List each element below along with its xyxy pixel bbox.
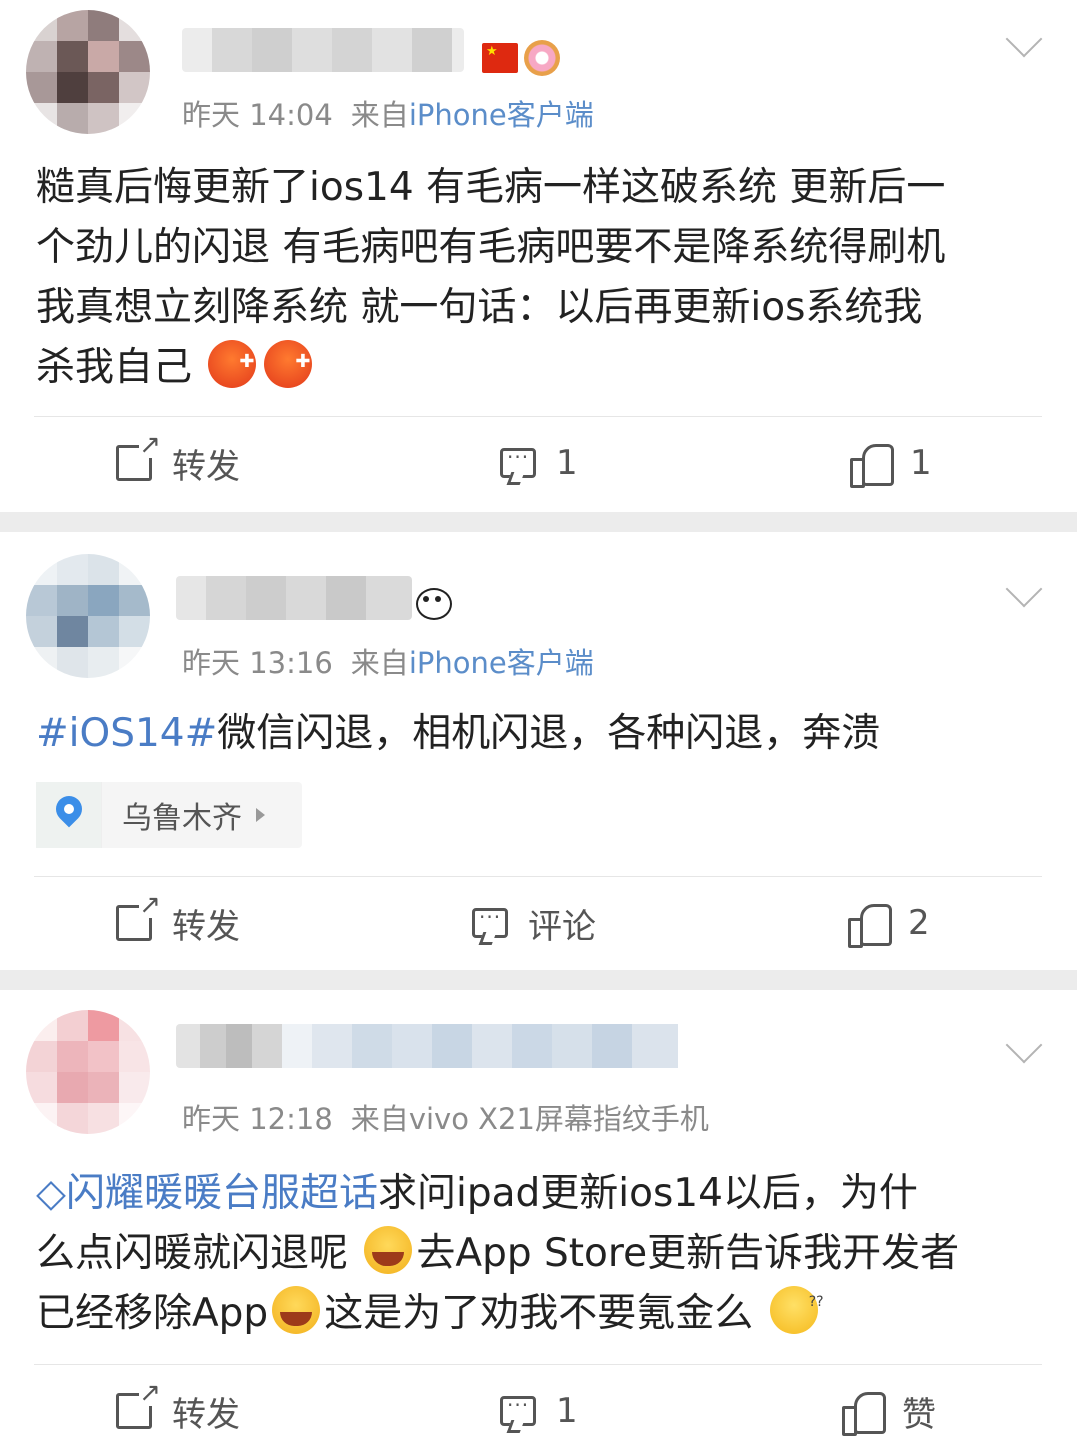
post-time: 昨天 12:18 — [182, 1102, 333, 1136]
repost-button[interactable]: 转发 — [116, 418, 240, 508]
weibo-post-3: 昨天 12:18 来自vivo X21屏幕指纹手机 ◇闪耀暖暖台服超话求问ipad… — [0, 990, 1077, 1447]
repost-label: 转发 — [172, 446, 240, 487]
avatar[interactable] — [26, 10, 150, 134]
supertopic-link[interactable]: ◇闪耀暖暖台服超话 — [36, 1171, 378, 1216]
source-prefix: 来自 — [350, 1102, 409, 1136]
text-line: 已经移除App 这是为了劝我不要氪金么 — [36, 1272, 1041, 1344]
text-line: ◇闪耀暖暖台服超话求问ipad更新ios14以后，为什 — [36, 1171, 918, 1216]
text-line: 么点闪暖就闪退呢 去App Store更新告诉我开发者 — [36, 1224, 1041, 1284]
repost-label: 转发 — [172, 906, 240, 947]
chevron-down-icon[interactable] — [1005, 20, 1043, 58]
repost-button[interactable]: 转发 — [116, 878, 240, 968]
action-bar: 转发 1 1 — [0, 418, 1077, 508]
crying-face-icon — [364, 1226, 413, 1274]
text-line: 杀我自己 — [36, 332, 1041, 398]
post-time: 昨天 13:16 — [182, 646, 333, 680]
hashtag-link[interactable]: #iOS14# — [36, 711, 217, 756]
thumbs-up-icon — [848, 904, 892, 948]
device-link[interactable]: iPhone客户端 — [409, 98, 594, 132]
action-bar: 转发 1 赞 — [0, 1366, 1077, 1447]
username-blurred[interactable] — [182, 28, 464, 72]
username-blurred[interactable] — [176, 576, 412, 620]
comment-icon — [500, 445, 536, 478]
like-button[interactable]: 1 — [850, 418, 932, 508]
source-prefix: 来自 — [350, 646, 409, 680]
angry-face-icon — [208, 332, 257, 392]
post-text: #iOS14#微信闪退，相机闪退，各种闪退，奔溃 — [36, 711, 881, 756]
like-label: 赞 — [902, 1394, 936, 1435]
angry-face-icon — [264, 332, 313, 392]
comment-count: 1 — [556, 1391, 578, 1431]
map-thumbnail — [36, 782, 102, 848]
panda-badge-icon — [412, 582, 452, 620]
confused-face-icon — [769, 1272, 824, 1334]
action-bar: 转发 评论 2 — [0, 878, 1077, 968]
repost-icon — [116, 432, 161, 481]
username-blurred[interactable] — [176, 1024, 698, 1068]
location-tag[interactable]: 乌鲁木齐 — [36, 782, 302, 848]
source-prefix: 来自 — [350, 98, 409, 132]
repost-icon — [116, 1380, 161, 1429]
post-time: 昨天 14:04 — [182, 98, 333, 132]
divider — [34, 416, 1042, 417]
crying-face-icon — [272, 1286, 321, 1334]
location-label: 乌鲁木齐 — [122, 801, 242, 836]
like-count: 1 — [910, 443, 932, 483]
thumbs-up-icon — [850, 444, 894, 488]
divider — [34, 1364, 1042, 1365]
post-text: ◇闪耀暖暖台服超话求问ipad更新ios14以后，为什 么点闪暖就闪退呢 去Ap… — [36, 1164, 1041, 1344]
post-meta: 昨天 12:18 来自vivo X21屏幕指纹手机 — [182, 1096, 709, 1138]
text-line: 个劲儿的闪退 有毛病吧有毛病吧要不是降系统得刷机 — [36, 225, 946, 270]
comment-icon — [472, 905, 508, 938]
repost-button[interactable]: 转发 — [116, 1366, 240, 1447]
comment-count: 1 — [556, 443, 578, 483]
comment-icon — [500, 1393, 536, 1426]
post-meta: 昨天 14:04 来自iPhone客户端 — [182, 92, 594, 134]
donut-badge-icon — [524, 40, 560, 76]
text-line: 糙真后悔更新了ios14 有毛病一样这破系统 更新后一 — [36, 165, 946, 210]
avatar[interactable] — [26, 1010, 150, 1134]
like-button[interactable]: 赞 — [842, 1366, 936, 1447]
weibo-post-2: 昨天 13:16 来自iPhone客户端 #iOS14#微信闪退，相机闪退，各种闪… — [0, 532, 1077, 970]
post-text: 糙真后悔更新了ios14 有毛病一样这破系统 更新后一 个劲儿的闪退 有毛病吧有… — [36, 158, 1041, 398]
post-separator — [0, 512, 1077, 532]
comment-button[interactable]: 评论 — [472, 878, 596, 968]
post-meta: 昨天 13:16 来自iPhone客户端 — [182, 640, 594, 682]
weibo-post-1: 昨天 14:04 来自iPhone客户端 糙真后悔更新了ios14 有毛病一样这破… — [0, 0, 1077, 512]
repost-label: 转发 — [172, 1394, 240, 1435]
arrow-right-icon — [256, 808, 265, 822]
user-badges — [482, 40, 560, 76]
comment-button[interactable]: 1 — [500, 1366, 578, 1447]
chevron-down-icon[interactable] — [1005, 570, 1043, 608]
location-pin-icon — [50, 790, 88, 828]
comment-label: 评论 — [528, 906, 596, 947]
post-separator — [0, 970, 1077, 990]
like-button[interactable]: 2 — [848, 878, 930, 968]
device-link[interactable]: iPhone客户端 — [409, 646, 594, 680]
device-label: vivo X21屏幕指纹手机 — [408, 1102, 709, 1136]
thumbs-up-icon — [842, 1392, 886, 1436]
avatar[interactable] — [26, 554, 150, 678]
user-badges — [412, 582, 452, 620]
divider — [34, 876, 1042, 877]
text-line: 我真想立刻降系统 就一句话：以后再更新ios系统我 — [36, 285, 923, 330]
china-flag-icon — [482, 43, 518, 73]
chevron-down-icon[interactable] — [1005, 1026, 1043, 1064]
comment-button[interactable]: 1 — [500, 418, 578, 508]
repost-icon — [116, 892, 161, 941]
like-count: 2 — [908, 903, 930, 943]
